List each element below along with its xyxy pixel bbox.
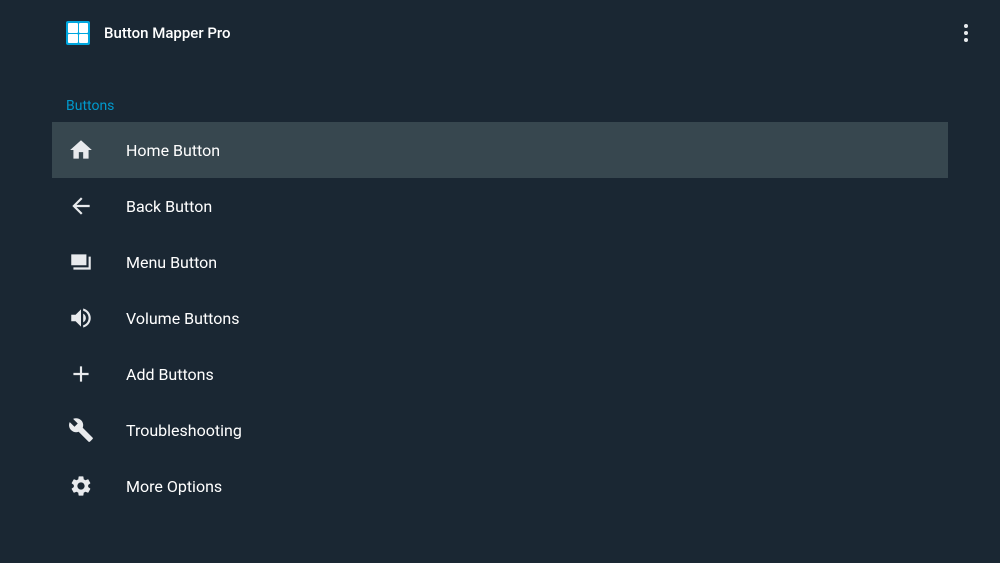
menu-item-label: More Options [126, 477, 222, 496]
menu-item-label: Home Button [126, 141, 220, 160]
settings-icon [66, 471, 96, 501]
menu-item-add-buttons[interactable]: Add Buttons [0, 346, 1000, 402]
menu-list: Home Button Back Button Menu Button Volu… [0, 122, 1000, 514]
menu-item-menu-button[interactable]: Menu Button [0, 234, 1000, 290]
more-menu-button[interactable] [956, 16, 976, 50]
menu-item-label: Menu Button [126, 253, 217, 272]
plus-icon [66, 359, 96, 389]
section-header: Buttons [0, 60, 1000, 122]
home-icon [66, 135, 96, 165]
app-title: Button Mapper Pro [104, 24, 231, 42]
menu-item-label: Back Button [126, 197, 212, 216]
menu-item-volume-buttons[interactable]: Volume Buttons [0, 290, 1000, 346]
header-left: Button Mapper Pro [66, 21, 231, 45]
menu-item-more-options[interactable]: More Options [0, 458, 1000, 514]
menu-item-back-button[interactable]: Back Button [0, 178, 1000, 234]
volume-icon [66, 303, 96, 333]
more-vert-icon [964, 24, 968, 28]
menu-item-label: Volume Buttons [126, 309, 239, 328]
app-header: Button Mapper Pro [0, 0, 1000, 60]
menu-item-troubleshooting[interactable]: Troubleshooting [0, 402, 1000, 458]
app-icon [66, 21, 90, 45]
menu-item-label: Add Buttons [126, 365, 214, 384]
menu-item-home-button[interactable]: Home Button [52, 122, 948, 178]
tools-icon [66, 415, 96, 445]
menu-item-label: Troubleshooting [126, 421, 242, 440]
menu-icon [66, 247, 96, 277]
back-icon [66, 191, 96, 221]
